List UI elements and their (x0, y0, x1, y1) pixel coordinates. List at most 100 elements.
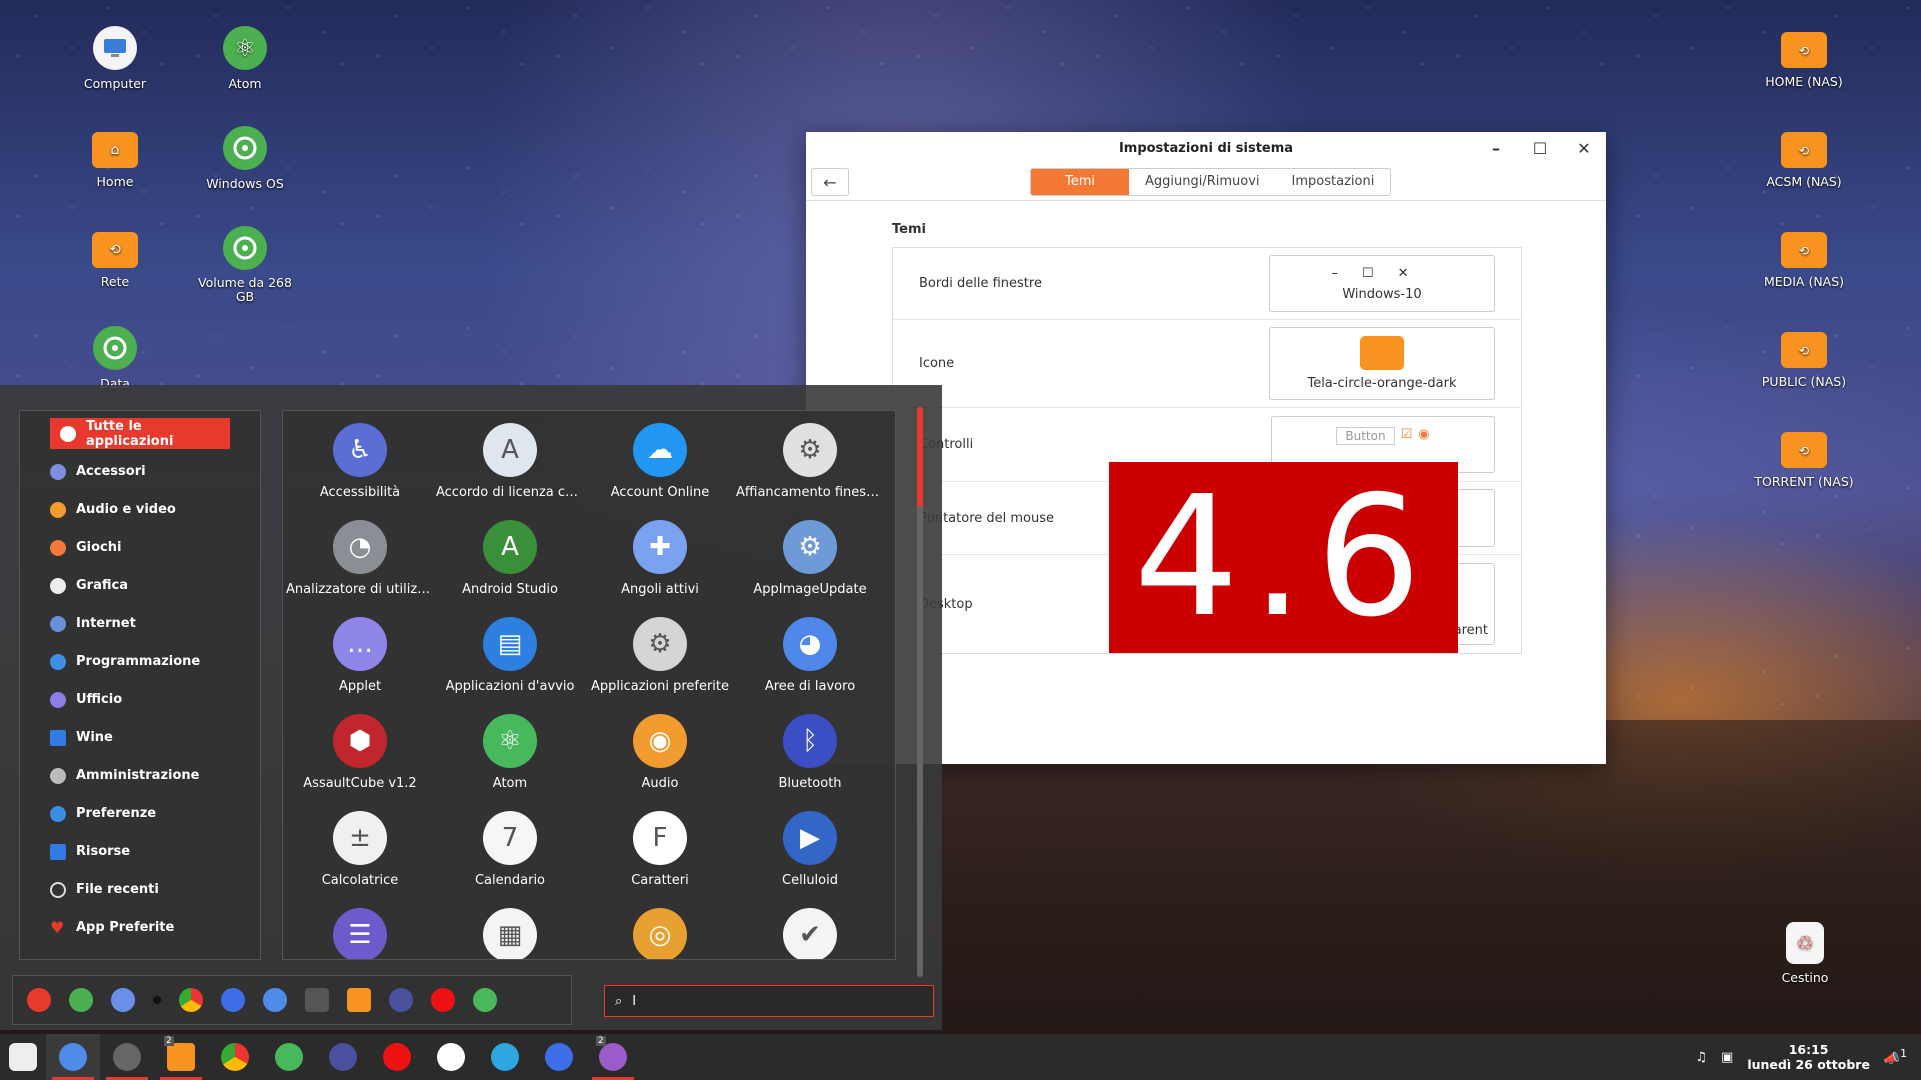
desktop-icon-home[interactable]: ⌂ Home (55, 126, 175, 189)
category-app-preferite[interactable]: ♥ App Preferite (20, 912, 260, 943)
category-giochi[interactable]: Giochi (20, 532, 260, 563)
app-item[interactable]: A Android Studio (435, 520, 585, 617)
category-file-recenti[interactable]: File recenti (20, 874, 260, 905)
app-item[interactable]: ✚ Angoli attivi (585, 520, 735, 617)
music-note-icon[interactable]: ♫ (1695, 1050, 1707, 1065)
taskbar-whatsapp[interactable] (424, 1034, 478, 1080)
display-icon[interactable]: ▣ (1721, 1050, 1733, 1065)
back-button[interactable]: ← (811, 168, 849, 196)
app-item[interactable]: ☁ Account Online (585, 423, 735, 520)
scrollbar-thumb[interactable] (917, 407, 923, 507)
category-accessori[interactable]: Accessori (20, 456, 260, 487)
app-item[interactable]: ⚛ Atom (435, 714, 585, 811)
power-icon[interactable] (27, 988, 51, 1012)
restart-icon[interactable] (69, 988, 93, 1012)
app-name: Applet (338, 679, 382, 694)
app-item[interactable]: ◎ (585, 908, 735, 959)
search-input[interactable]: ⌕ I (604, 985, 934, 1017)
desktop-icon-data[interactable]: Data (55, 326, 175, 391)
taskbar-atom[interactable] (262, 1034, 316, 1080)
app-item[interactable]: ▦ (435, 908, 585, 959)
app-item[interactable]: ⬢ AssaultCube v1.2 (285, 714, 435, 811)
desktop-icon-trash[interactable]: ♲ Cestino (1745, 922, 1865, 985)
app-item[interactable]: ◕ Aree di lavoro (735, 617, 885, 714)
icons-chooser[interactable]: Tela-circle-orange-dark (1269, 327, 1495, 400)
app-item[interactable]: ᛒ Bluetooth (735, 714, 885, 811)
tab-aggiungi-rimuovi[interactable]: Aggiungi/Rimuovi (1129, 169, 1276, 195)
toggle-icon[interactable] (263, 988, 287, 1012)
window-titlebar[interactable]: Impostazioni di sistema – ☐ ✕ (806, 132, 1606, 164)
category-risorse[interactable]: Risorse (20, 836, 260, 867)
chrome-icon[interactable] (179, 988, 203, 1012)
atom-icon: ⚛ (223, 26, 267, 70)
terminal-icon[interactable] (305, 988, 329, 1012)
app-item[interactable]: 7 Calendario (435, 811, 585, 908)
desktop-icon-acsm-nas[interactable]: ⟲ ACSM (NAS) (1744, 126, 1864, 189)
app-item[interactable]: ▶ Celluloid (735, 811, 885, 908)
files-icon (167, 1043, 195, 1071)
office-icon (50, 691, 66, 708)
menu-scrollbar[interactable] (917, 407, 923, 977)
desktop-icon-rete[interactable]: ⟲ Rete (55, 226, 175, 289)
notifications-icon[interactable]: 📣1 (1884, 1047, 1907, 1066)
stack-switcher: Temi Aggiungi/Rimuovi Impostazioni (1030, 168, 1392, 196)
atom-icon[interactable] (473, 988, 497, 1012)
minimize-icon[interactable]: – (1484, 136, 1508, 160)
opera-icon[interactable] (431, 988, 455, 1012)
taskbar-settings[interactable]: 2 (586, 1034, 640, 1080)
app-name: Android Studio (462, 582, 558, 597)
desktop-icon-atom[interactable]: ⚛ Atom (185, 26, 305, 91)
lock-icon[interactable] (111, 988, 135, 1012)
window-borders-chooser[interactable]: –☐✕ Windows-10 (1269, 255, 1495, 312)
app-item[interactable]: ± Calcolatrice (285, 811, 435, 908)
app-item[interactable]: ▤ Applicazioni d'avvio (435, 617, 585, 714)
taskbar-terminal[interactable] (100, 1034, 154, 1080)
taskbar-thunderbird[interactable] (532, 1034, 586, 1080)
app-item[interactable]: ◔ Analizzatore di utilizzo... (285, 520, 435, 617)
app-item[interactable]: F Caratteri (585, 811, 735, 908)
tab-temi[interactable]: Temi (1031, 169, 1129, 195)
app-item[interactable]: A Accordo di licenza co... (435, 423, 585, 520)
app-item[interactable]: ⚙ AppImageUpdate (735, 520, 885, 617)
tab-impostazioni[interactable]: Impostazioni (1276, 169, 1391, 195)
category-ufficio[interactable]: Ufficio (20, 684, 260, 715)
app-item[interactable]: … Applet (285, 617, 435, 714)
clock[interactable]: 16:15 lunedì 26 ottobre (1747, 1042, 1870, 1072)
taskbar-chrome[interactable] (208, 1034, 262, 1080)
desktop-icon-media-nas[interactable]: ⟲ MEDIA (NAS) (1744, 226, 1864, 289)
app-item[interactable]: ☰ (285, 908, 435, 959)
app-item[interactable]: ⚙ Applicazioni preferite (585, 617, 735, 714)
app-item[interactable]: ♿ Accessibilità (285, 423, 435, 520)
row-window-borders: Bordi delle finestre –☐✕ Windows-10 (893, 248, 1521, 320)
maximize-icon[interactable]: ☐ (1528, 136, 1552, 160)
taskbar-toggle[interactable] (46, 1034, 100, 1080)
category-wine[interactable]: Wine (20, 722, 260, 753)
menu-button[interactable] (0, 1034, 46, 1080)
taskbar-eclipse[interactable] (316, 1034, 370, 1080)
taskbar-opera[interactable] (370, 1034, 424, 1080)
desktop-icon-public-nas[interactable]: ⟲ PUBLIC (NAS) (1744, 326, 1864, 389)
files-icon[interactable] (347, 988, 371, 1012)
category-internet[interactable]: Internet (20, 608, 260, 639)
category-audio-video[interactable]: Audio e video (20, 494, 260, 525)
desktop-icon-computer[interactable]: Computer (55, 26, 175, 91)
category-all[interactable]: Tutte le applicazioni (50, 418, 230, 449)
category-preferenze[interactable]: Preferenze (20, 798, 260, 829)
app-item[interactable]: ⚙ Affiancamento finestre (735, 423, 885, 520)
close-icon[interactable]: ✕ (1572, 136, 1596, 160)
eclipse-icon[interactable] (389, 988, 413, 1012)
desktop-icon-windows-os[interactable]: Windows OS (185, 126, 305, 191)
category-grafica[interactable]: Grafica (20, 570, 260, 601)
desktop-icon-home-nas[interactable]: ⟲ HOME (NAS) (1744, 26, 1864, 89)
desktop-icon-volume[interactable]: Volume da 268 GB (185, 226, 305, 304)
category-programmazione[interactable]: Programmazione (20, 646, 260, 677)
taskbar-telegram[interactable] (478, 1034, 532, 1080)
desktop-icon-torrent-nas[interactable]: ⟲ TORRENT (NAS) (1744, 426, 1864, 489)
eclipse-icon (329, 1043, 357, 1071)
nas-folder-icon: ⟲ (1781, 132, 1827, 168)
category-amministrazione[interactable]: Amministrazione (20, 760, 260, 791)
app-item[interactable]: ◉ Audio (585, 714, 735, 811)
thunderbird-icon[interactable] (221, 988, 245, 1012)
app-item[interactable]: ✔ (735, 908, 885, 959)
taskbar-files[interactable]: 2 (154, 1034, 208, 1080)
